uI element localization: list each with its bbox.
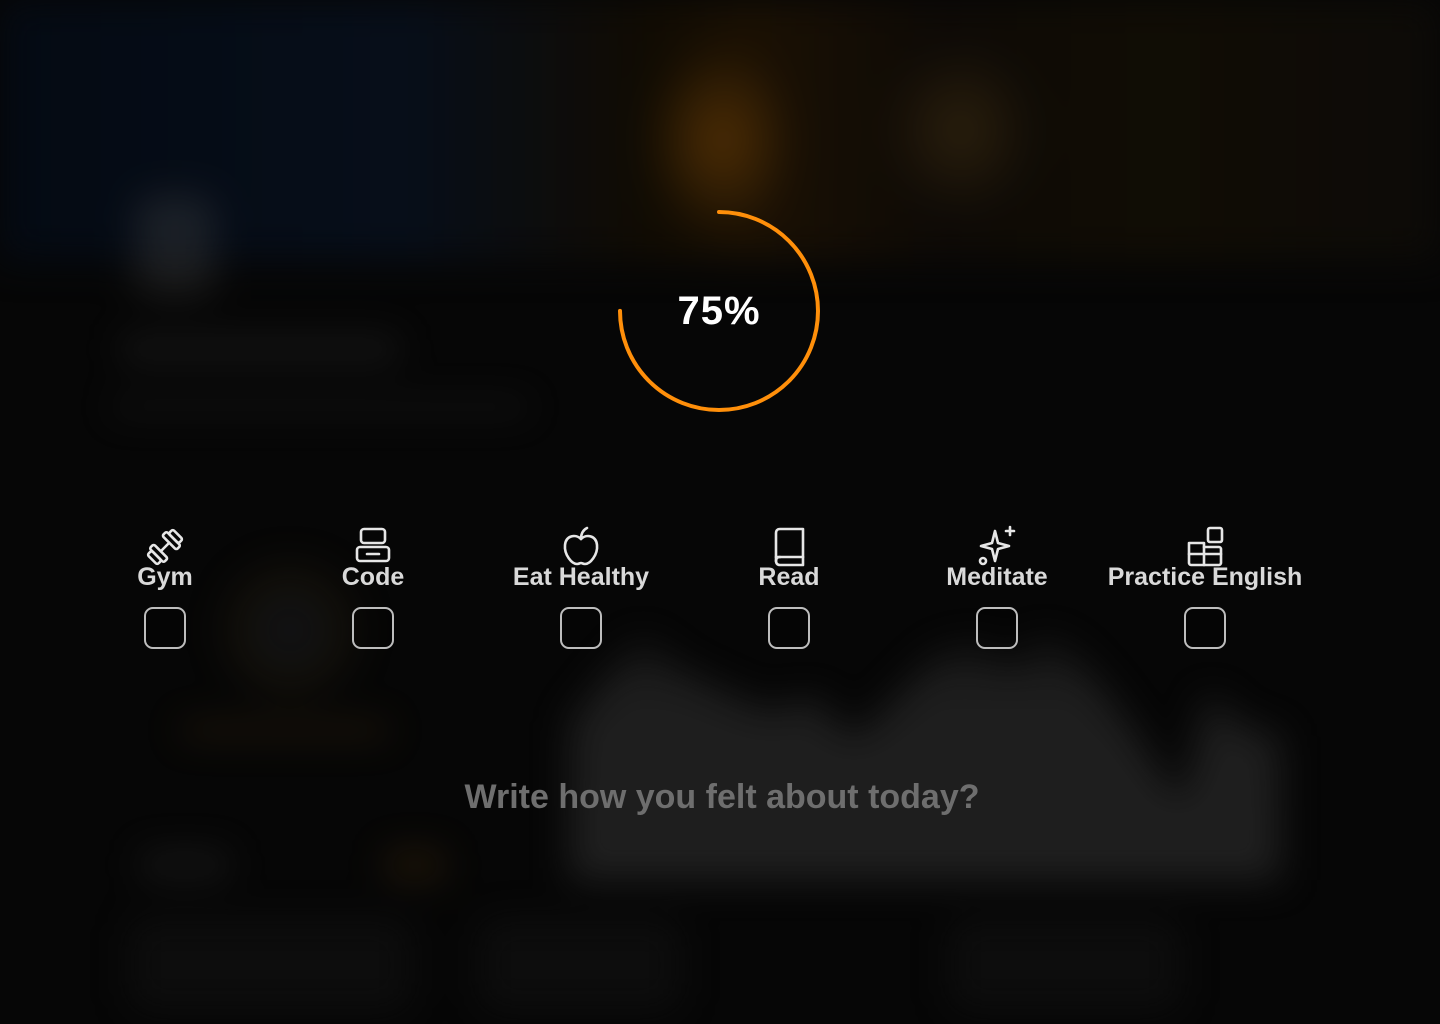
habit-item-practice-english: Practice English bbox=[1101, 520, 1309, 649]
overlay-dim bbox=[0, 0, 1440, 1024]
journal-input[interactable] bbox=[320, 766, 1124, 828]
habit-label: Practice English bbox=[1107, 563, 1303, 591]
habit-label: Code bbox=[341, 563, 405, 591]
habit-item-gym: Gym bbox=[61, 520, 269, 649]
habit-label: Read bbox=[758, 563, 820, 591]
habit-checkbox-practice-english[interactable] bbox=[1184, 607, 1226, 649]
habit-label: Eat Healthy bbox=[512, 563, 650, 591]
progress-percentage: 75% bbox=[677, 288, 761, 333]
habit-label: Gym bbox=[137, 563, 193, 591]
habit-item-meditate: Meditate bbox=[893, 520, 1101, 649]
habit-item-code: Code bbox=[269, 520, 477, 649]
habit-list: Gym Code Eat Healthy Read Meditate Pract… bbox=[0, 520, 1440, 670]
habit-checkbox-code[interactable] bbox=[352, 607, 394, 649]
habit-item-eat-healthy: Eat Healthy bbox=[477, 520, 685, 649]
habit-checkbox-eat-healthy[interactable] bbox=[560, 607, 602, 649]
habit-checkbox-read[interactable] bbox=[768, 607, 810, 649]
progress-ring: 75% bbox=[616, 208, 822, 414]
habit-checkbox-meditate[interactable] bbox=[976, 607, 1018, 649]
habit-label: Meditate bbox=[946, 563, 1048, 591]
app-root: 75% Gym Code Eat Healthy Read Meditate P… bbox=[0, 0, 1440, 1024]
habit-checkbox-gym[interactable] bbox=[144, 607, 186, 649]
habit-item-read: Read bbox=[685, 520, 893, 649]
